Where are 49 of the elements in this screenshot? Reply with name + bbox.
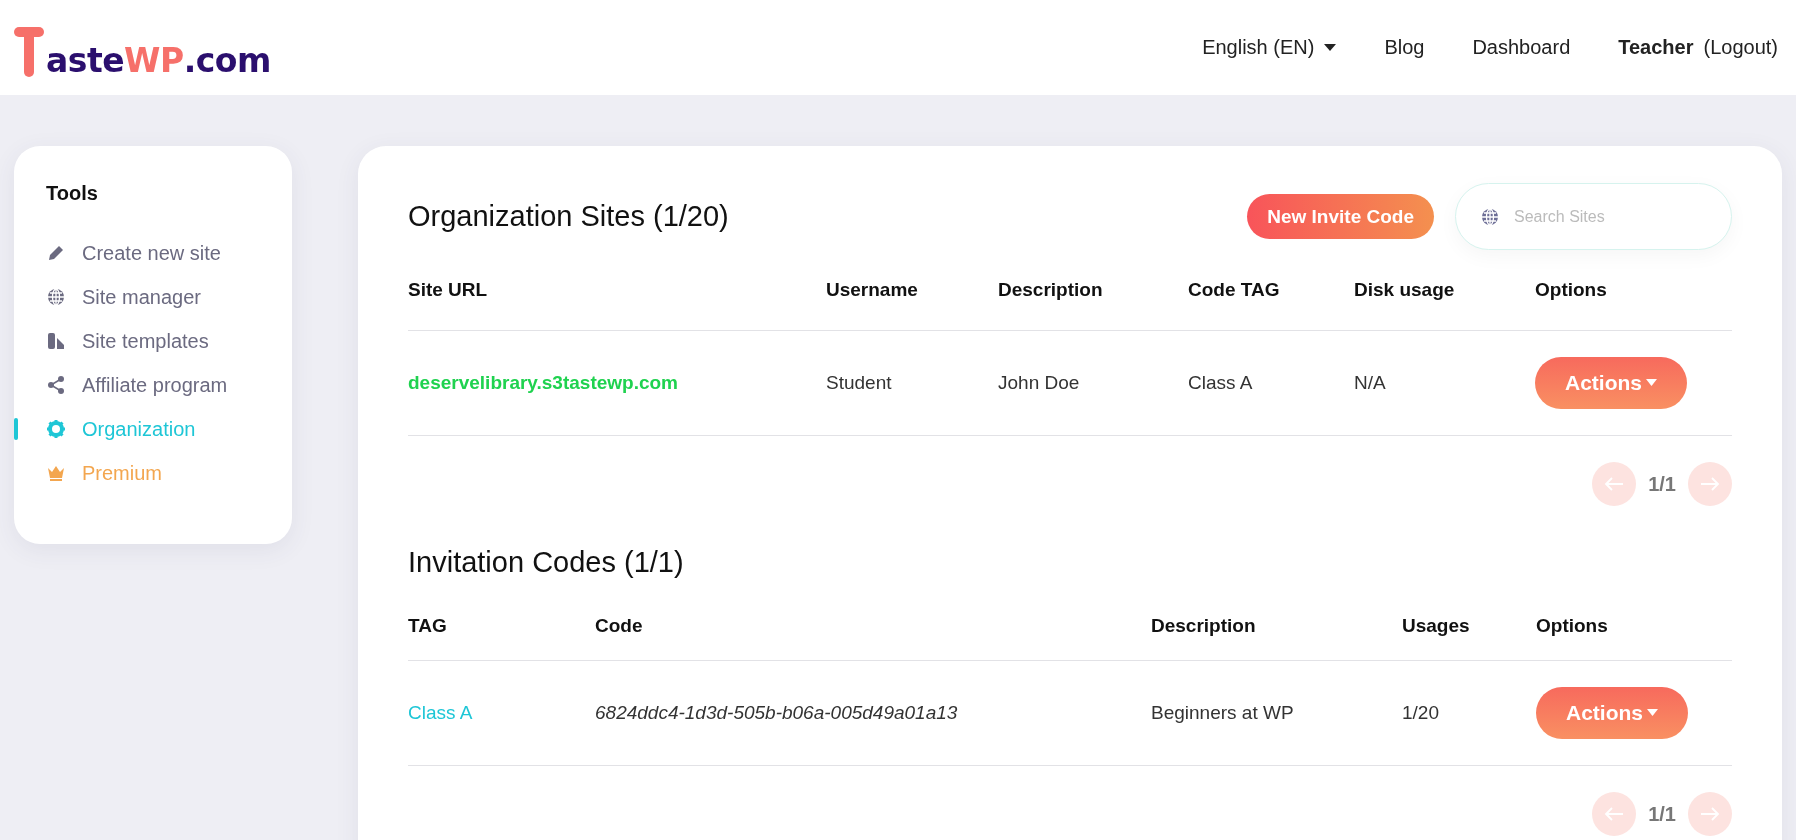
column-header: Site URL xyxy=(408,279,489,301)
table-cell-text: 6824ddc4-1d3d-505b-b06a-005d49a01a13 xyxy=(595,702,959,724)
sidebar-item[interactable]: Create new site xyxy=(46,231,292,275)
pencil-icon xyxy=(46,243,66,263)
page-indicator: 1/1 xyxy=(1648,472,1676,496)
column-header: Description xyxy=(998,279,1104,301)
sidebar-item[interactable]: Affiliate program xyxy=(46,363,292,407)
globe-icon xyxy=(46,287,66,307)
share-icon xyxy=(46,375,66,395)
sidebar-item[interactable]: Site manager xyxy=(46,275,292,319)
column-header: Username xyxy=(826,279,919,301)
column-header: Disk usage xyxy=(1354,279,1456,301)
search-field[interactable]: Search Sites xyxy=(1455,183,1732,250)
left-arrow-icon xyxy=(1604,807,1625,821)
table-cell-text: Class A xyxy=(1188,372,1254,394)
gear-icon xyxy=(46,419,66,439)
right-arrow-icon xyxy=(1700,477,1720,491)
column-header: TAG xyxy=(408,615,448,637)
caret-icon xyxy=(1647,709,1658,717)
column-header: Options xyxy=(1536,615,1609,637)
column-header: Description xyxy=(1151,615,1257,637)
column-header: Options xyxy=(1535,279,1608,301)
table-cell-text: 1/20 xyxy=(1402,702,1440,724)
language-dropdown[interactable]: English (EN) xyxy=(1202,36,1337,59)
nav-link[interactable]: Blog xyxy=(1384,36,1425,59)
page-indicator: 1/1 xyxy=(1648,802,1676,826)
nav-link[interactable]: Teacher (Logout) xyxy=(1618,36,1778,59)
table-cell-text: Beginners at WP xyxy=(1151,702,1295,724)
caret-icon xyxy=(1646,379,1657,387)
logo-mark-icon xyxy=(14,26,44,77)
column-header: Code xyxy=(595,615,644,637)
right-arrow-icon xyxy=(1700,807,1720,821)
globe-icon xyxy=(1480,206,1500,227)
nav-link[interactable]: Dashboard xyxy=(1472,36,1571,59)
sidebar-title: Tools xyxy=(46,182,99,205)
column-header: Code TAG xyxy=(1188,279,1281,301)
tastewp-logo[interactable]: asteWP.com xyxy=(14,18,271,77)
table-cell-text: John Doe xyxy=(998,372,1081,394)
new-invite-code-button[interactable]: New Invite Code xyxy=(1247,194,1434,239)
sidebar-item[interactable]: Site templates xyxy=(46,319,292,363)
table-cell-text: Student xyxy=(826,372,893,394)
column-header: Usages xyxy=(1402,615,1471,637)
section-title: Organization Sites (1/20) xyxy=(408,200,730,233)
left-arrow-icon xyxy=(1604,477,1625,491)
templates-icon xyxy=(46,331,66,351)
caret-icon xyxy=(1324,43,1337,52)
table-cell-text: N/A xyxy=(1354,372,1387,394)
active-indicator xyxy=(14,418,18,440)
section-title: Invitation Codes (1/1) xyxy=(408,544,685,580)
